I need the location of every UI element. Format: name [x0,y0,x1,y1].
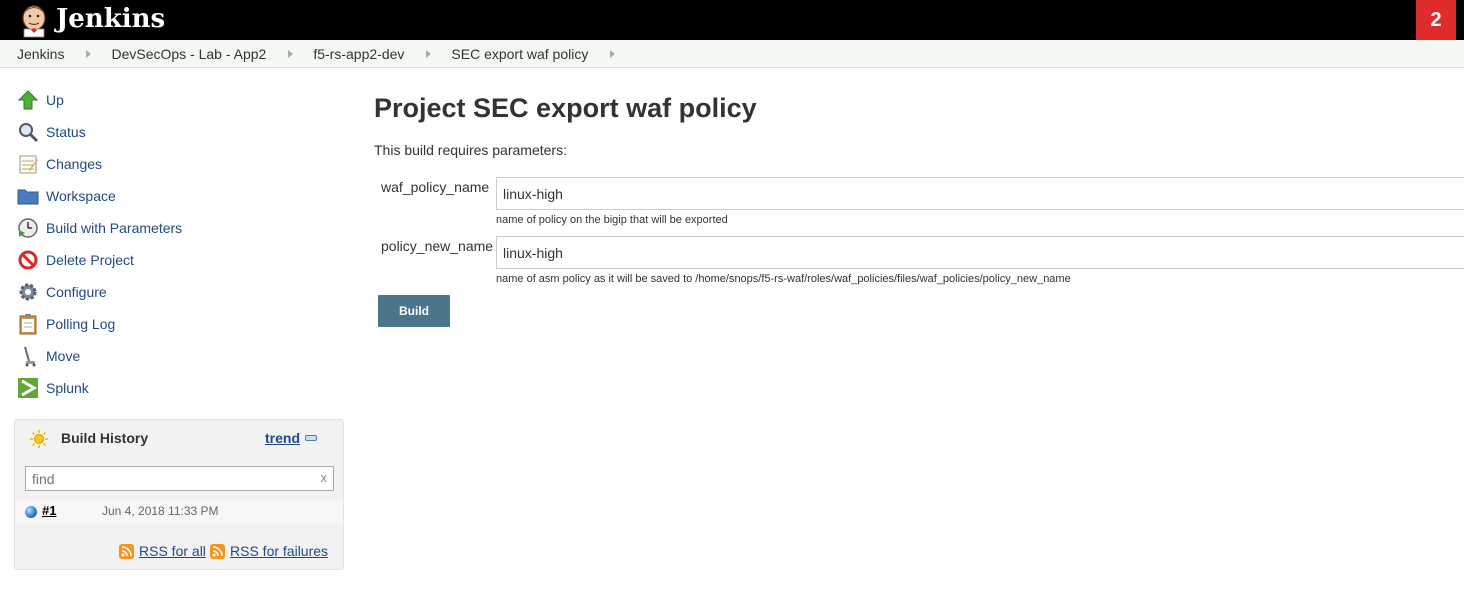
rss-failures-link[interactable]: RSS for failures [230,543,328,559]
notification-badge[interactable]: 2 [1416,0,1456,40]
task-link-workspace[interactable]: Workspace [46,188,116,204]
top-header: Jenkins 2 [0,0,1464,40]
trend-link[interactable]: trend [265,430,300,446]
breadcrumb-item-project[interactable]: SEC export waf policy [451,46,588,62]
breadcrumb-arrow-icon[interactable] [426,49,432,58]
param-label-waf-policy-name: waf_policy_name [381,179,490,195]
waf-policy-name-input[interactable] [496,177,1464,210]
param-help-policy-new-name: name of asm policy as it will be saved t… [496,273,1071,285]
task-splunk[interactable]: Splunk [16,372,346,404]
build-status-ball-icon[interactable] [25,506,37,518]
build-history-title: Build History [61,430,149,446]
task-workspace[interactable]: Workspace [16,180,346,212]
rss-icon[interactable] [210,544,225,559]
task-link-build-with-parameters[interactable]: Build with Parameters [46,220,182,236]
param-label-policy-new-name: policy_new_name [381,238,494,254]
build-button[interactable]: Build [378,295,450,327]
build-history-widget: Build History trend x #1 Jun 4, 2018 11:… [14,419,344,570]
breadcrumb-arrow-icon[interactable] [288,49,294,58]
clear-search-icon[interactable]: x [321,470,328,485]
breadcrumb-arrow-icon[interactable] [610,49,616,58]
task-link-splunk[interactable]: Splunk [46,380,89,396]
splunk-icon[interactable] [16,376,40,400]
page-title: Project SEC export waf policy [374,93,757,123]
task-up[interactable]: Up [16,84,346,116]
sun-icon[interactable] [30,430,48,448]
notepad-icon[interactable] [16,152,40,176]
build-search-box: x [25,466,334,491]
task-delete-project[interactable]: Delete Project [16,244,346,276]
task-link-delete-project[interactable]: Delete Project [46,252,134,268]
task-move[interactable]: Move [16,340,346,372]
task-link-move[interactable]: Move [46,348,80,364]
side-panel-tasks: Up Status Changes Workspace Build with P… [16,84,346,404]
breadcrumb-item-jenkins[interactable]: Jenkins [17,46,64,62]
jenkins-logo-icon[interactable] [14,2,54,38]
collapse-icon[interactable] [305,435,317,441]
build-search-input[interactable] [26,467,311,490]
gear-icon[interactable] [16,280,40,304]
move-icon[interactable] [16,344,40,368]
task-link-polling-log[interactable]: Polling Log [46,316,115,332]
task-configure[interactable]: Configure [16,276,346,308]
task-changes[interactable]: Changes [16,148,346,180]
task-status[interactable]: Status [16,116,346,148]
build-row: #1 Jun 4, 2018 11:33 PM [16,500,343,524]
clock-play-icon[interactable] [16,216,40,240]
task-link-configure[interactable]: Configure [46,284,107,300]
no-entry-icon[interactable] [16,248,40,272]
build-date-link[interactable]: Jun 4, 2018 11:33 PM [102,504,219,518]
task-link-status[interactable]: Status [46,124,86,140]
breadcrumb: Jenkins DevSecOps - Lab - App2 f5-rs-app… [0,40,1464,68]
task-link-changes[interactable]: Changes [46,156,102,172]
breadcrumb-arrow-icon[interactable] [86,49,92,58]
build-history-header: Build History trend [15,420,343,456]
rss-icon[interactable] [119,544,134,559]
task-link-up[interactable]: Up [46,92,64,108]
up-arrow-icon[interactable] [16,88,40,112]
requires-params-text: This build requires parameters: [374,142,567,158]
policy-new-name-input[interactable] [496,236,1464,269]
brand-title[interactable]: Jenkins [56,3,165,35]
clipboard-icon[interactable] [16,312,40,336]
breadcrumb-item-folder[interactable]: DevSecOps - Lab - App2 [111,46,266,62]
task-build-with-parameters[interactable]: Build with Parameters [16,212,346,244]
build-number-link[interactable]: #1 [42,503,56,518]
breadcrumb-item-subfolder[interactable]: f5-rs-app2-dev [313,46,404,62]
rss-all-link[interactable]: RSS for all [139,543,206,559]
magnifier-icon[interactable] [16,120,40,144]
folder-icon[interactable] [16,184,40,208]
param-help-waf-policy-name: name of policy on the bigip that will be… [496,214,728,226]
task-polling-log[interactable]: Polling Log [16,308,346,340]
